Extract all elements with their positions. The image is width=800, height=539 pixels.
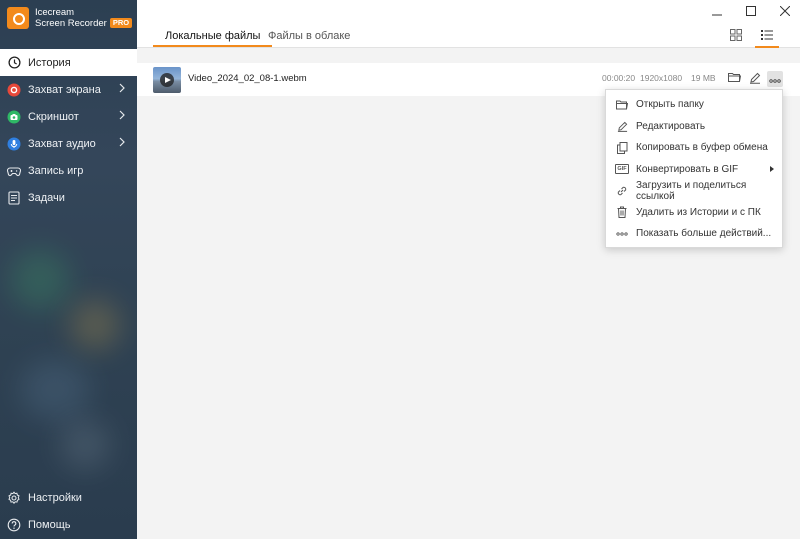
sidebar-nav: История Захват экрана Скриншот Захват ау… <box>0 49 137 211</box>
sidebar: Icecream Screen Recorder PRO История Захв… <box>0 0 137 539</box>
sidebar-item-label: Скриншот <box>28 110 79 123</box>
sidebar-item-screen-capture[interactable]: Захват экрана <box>0 76 137 103</box>
background-blur <box>10 250 70 310</box>
tab-local-files[interactable]: Локальные файлы <box>152 30 273 47</box>
menu-item-convert-gif[interactable]: GIF Конвертировать в GIF <box>606 159 782 181</box>
gear-icon <box>7 490 21 505</box>
gamepad-icon <box>7 164 21 178</box>
submenu-arrow-icon <box>770 165 774 172</box>
sidebar-item-label: Захват экрана <box>28 83 101 96</box>
app-name-line2: Screen Recorder <box>35 18 107 29</box>
menu-item-edit[interactable]: Редактировать <box>606 116 782 138</box>
copy-icon <box>616 141 628 154</box>
background-blur <box>60 420 110 470</box>
folder-icon <box>616 99 628 111</box>
app-logo-icon <box>7 7 29 29</box>
microphone-icon <box>7 137 21 151</box>
maximize-icon[interactable] <box>744 4 758 18</box>
tab-cloud-files[interactable]: Файлы в облаке <box>268 30 350 42</box>
sidebar-bottom: Настройки Помощь <box>0 484 137 538</box>
minimize-icon[interactable] <box>710 4 724 18</box>
grid-view-icon[interactable] <box>728 27 744 43</box>
sidebar-item-label: Помощь <box>28 518 71 531</box>
top-bar: Локальные файлы Файлы в облаке <box>137 0 800 48</box>
tasks-icon <box>7 190 21 205</box>
file-name: Video_2024_02_08-1.webm <box>188 73 307 84</box>
context-menu: Открыть папку Редактировать Копировать в… <box>605 89 783 248</box>
chevron-right-icon <box>119 137 125 150</box>
file-duration: 00:00:20 <box>602 73 636 83</box>
main-area: Локальные файлы Файлы в облаке Video_202… <box>137 0 800 539</box>
sidebar-item-settings[interactable]: Настройки <box>0 484 137 511</box>
sidebar-item-label: История <box>28 56 71 69</box>
chevron-right-icon <box>119 83 125 96</box>
link-icon <box>616 185 628 197</box>
menu-item-copy-clipboard[interactable]: Копировать в буфер обмена <box>606 137 782 159</box>
menu-item-label: Открыть папку <box>636 99 704 111</box>
menu-item-label: Копировать в буфер обмена <box>636 142 768 154</box>
app-name-line1: Icecream <box>35 7 75 18</box>
sidebar-item-label: Настройки <box>28 491 82 504</box>
app-brand: Icecream Screen Recorder PRO <box>7 7 133 29</box>
pencil-icon <box>616 120 628 132</box>
list-view-icon[interactable] <box>755 27 779 48</box>
menu-item-label: Загрузить и поделиться ссылкой <box>636 179 747 202</box>
app-name: Icecream Screen Recorder PRO <box>35 7 133 29</box>
record-icon <box>7 83 21 97</box>
camera-icon <box>7 110 21 124</box>
trash-icon <box>616 206 628 219</box>
file-size: 19 MB <box>691 73 716 83</box>
menu-item-label: Удалить из Истории и с ПК <box>636 206 761 218</box>
clock-icon <box>7 56 21 70</box>
menu-item-more-actions[interactable]: Показать больше действий... <box>606 223 782 245</box>
background-blur <box>70 300 120 350</box>
sidebar-item-label: Запись игр <box>28 164 84 177</box>
pro-badge: PRO <box>109 18 133 28</box>
open-folder-button[interactable] <box>726 71 742 87</box>
sidebar-item-help[interactable]: Помощь <box>0 511 137 538</box>
more-icon <box>769 72 781 86</box>
sidebar-item-tasks[interactable]: Задачи <box>0 184 137 211</box>
pencil-icon <box>749 72 761 87</box>
sidebar-item-label: Задачи <box>28 191 65 204</box>
menu-item-label: Конвертировать в GIF <box>636 163 739 175</box>
more-actions-button[interactable] <box>767 71 783 87</box>
edit-button[interactable] <box>747 71 763 87</box>
sidebar-item-game-recording[interactable]: Запись игр <box>0 157 137 184</box>
folder-icon <box>727 72 741 86</box>
sidebar-item-audio-capture[interactable]: Захват аудио <box>0 130 137 157</box>
sidebar-item-screenshot[interactable]: Скриншот <box>0 103 137 130</box>
close-icon[interactable] <box>778 4 792 18</box>
file-resolution: 1920x1080 <box>640 73 683 83</box>
menu-item-delete[interactable]: Удалить из Истории и с ПК <box>606 202 782 224</box>
gif-icon: GIF <box>615 164 629 175</box>
menu-item-label: Показать больше действий... <box>636 228 772 240</box>
menu-item-upload-share[interactable]: Загрузить и поделиться ссылкой <box>606 180 782 202</box>
background-blur <box>20 360 90 420</box>
more-icon <box>616 228 628 240</box>
video-thumbnail[interactable] <box>153 67 181 93</box>
menu-item-label: Редактировать <box>636 120 706 132</box>
menu-item-open-folder[interactable]: Открыть папку <box>606 94 782 116</box>
play-icon[interactable] <box>160 73 174 87</box>
help-icon <box>7 518 21 532</box>
sidebar-item-history[interactable]: История <box>0 49 137 76</box>
chevron-right-icon <box>119 110 125 123</box>
sidebar-item-label: Захват аудио <box>28 137 96 150</box>
